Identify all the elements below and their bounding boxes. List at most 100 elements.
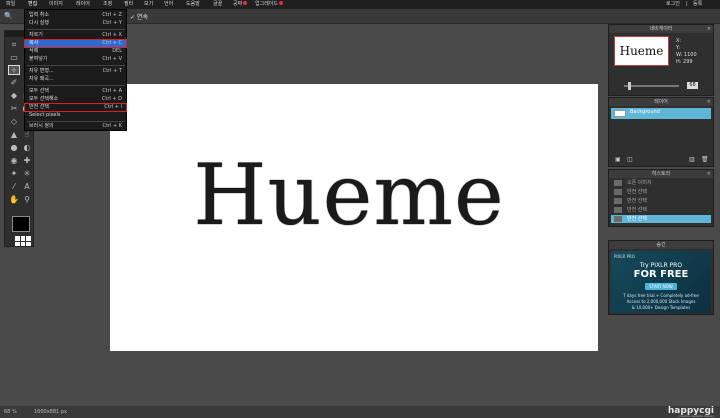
menu-language[interactable]: 언어	[164, 1, 173, 8]
menu-item-deselect-all[interactable]: 모두 선택해소 Ctrl + D	[25, 96, 126, 103]
marquee-icon[interactable]: ▭	[8, 53, 20, 63]
menu-item-undo[interactable]: 입력 취소 Ctrl + Z	[25, 12, 126, 19]
hand-icon[interactable]: ✋	[8, 195, 20, 205]
layer-thumbnail	[614, 110, 626, 117]
ad-headline-large: FOR FREE	[633, 269, 689, 280]
menu-upgrade[interactable]: 업그레이드	[255, 1, 284, 8]
menu-item-label: Select pixels	[29, 112, 61, 118]
zoom-slider-track[interactable]	[624, 85, 679, 87]
zoom-slider[interactable]: 68	[614, 82, 710, 90]
menu-upgrade-label: 업그레이드	[255, 1, 279, 7]
smudge-icon[interactable]: ☝	[21, 130, 33, 140]
navigator-header: 네비게이터 ×	[609, 25, 713, 33]
continuous-checkbox[interactable]: ✓ 연속	[130, 12, 148, 21]
type-icon[interactable]: A	[21, 182, 33, 192]
delete-layer-icon[interactable]: 🗑	[701, 156, 709, 163]
menu-item-label: 브러시 정의	[29, 123, 54, 129]
image-height-readout: H: 299	[676, 59, 693, 65]
ad-start-button[interactable]: START NOW	[645, 283, 677, 290]
register-link[interactable]: 등록	[693, 1, 702, 8]
history-item-label: 반전 선택	[627, 216, 647, 222]
menu-item-paste[interactable]: 붙여넣기 Ctrl + V	[25, 56, 126, 63]
menu-edit[interactable]: 편집	[28, 1, 37, 8]
spot-heal-icon[interactable]: ✚	[21, 156, 33, 166]
view-grid-icon[interactable]	[15, 236, 31, 246]
zoom-slider-handle[interactable]	[628, 82, 631, 90]
dodge-icon[interactable]: ◐	[21, 143, 33, 153]
close-icon[interactable]: ×	[707, 170, 711, 178]
bucket-icon[interactable]: ◆	[8, 91, 20, 101]
layer-settings-icon[interactable]: ▣	[615, 156, 621, 163]
menu-item-invert-selection[interactable]: 반전 선택 Ctrl + I	[24, 103, 127, 112]
menu-font[interactable]: 글꼴	[213, 1, 222, 8]
menu-item-delete[interactable]: 삭제 DEL	[25, 48, 126, 55]
status-zoom[interactable]: 68 %	[4, 409, 17, 415]
menu-free[interactable]: 공짜	[233, 1, 248, 8]
navigator-thumbnail[interactable]: Hueme	[614, 36, 669, 66]
menu-item-define-brush[interactable]: 브러시 정의 Ctrl + K	[25, 123, 126, 130]
ad-detail-3: & 10,000+ Design Templates	[631, 305, 691, 310]
layer-mask-icon[interactable]: ◫	[627, 156, 633, 163]
image-width-readout: W: 1100	[676, 52, 697, 58]
menu-help[interactable]: 도움말	[186, 1, 200, 8]
brush-icon[interactable]: ✐	[8, 78, 20, 88]
sharpen-icon[interactable]: ▲	[8, 130, 20, 140]
edit-menu-dropdown: 입력 취소 Ctrl + Z 다시 실행 Ctrl + Y 자르기 Ctrl + X …	[24, 9, 127, 131]
close-icon[interactable]: ×	[707, 98, 711, 106]
clone-icon[interactable]: ✂	[8, 104, 20, 114]
ad-detail-2: Access to 2,000,000 Stock Images	[626, 299, 696, 304]
status-zoom-value: 68	[4, 409, 11, 415]
history-item-current[interactable]: 반전 선택	[611, 215, 711, 223]
menu-view[interactable]: 보기	[144, 1, 153, 8]
new-layer-icon[interactable]: ▥	[689, 156, 695, 163]
menu-item-select-all[interactable]: 모두 선택 Ctrl + A	[25, 88, 126, 95]
menu-item-cut[interactable]: 자르기 Ctrl + X	[25, 32, 126, 39]
close-icon[interactable]: ×	[707, 25, 711, 33]
menu-free-label: 공짜	[233, 1, 243, 7]
menu-adjust[interactable]: 조정	[103, 1, 112, 8]
menu-item-redo[interactable]: 다시 실행 Ctrl + Y	[25, 20, 126, 27]
layer-row-background[interactable]: Background	[611, 108, 711, 119]
menu-item-shortcut: Ctrl + Y	[102, 20, 122, 26]
sponge-icon[interactable]: ●	[8, 143, 20, 153]
history-title: 히스토리	[651, 171, 671, 177]
menu-item-free-distort[interactable]: 자유 왜곡...	[25, 76, 126, 83]
menu-item-label: 자유 왜곡...	[29, 76, 54, 82]
menu-layer[interactable]: 레이어	[76, 1, 90, 8]
navigator-info: X: Y: W: 1100 H: 299	[676, 38, 697, 66]
history-item[interactable]: 오픈 이미지	[611, 179, 711, 187]
login-link[interactable]: 로그인	[666, 1, 680, 8]
menu-filter[interactable]: 필터	[124, 1, 133, 8]
magic-wand-icon[interactable]: ✧	[8, 65, 20, 75]
pinch-icon[interactable]: ✳	[21, 169, 33, 179]
menu-item-free-transform[interactable]: 자유 변형... Ctrl + T	[25, 68, 126, 75]
promo-header: 숨긴	[609, 241, 713, 249]
pixlr-pro-ad[interactable]: PIXLR PRO Try PIXLR PRO FOR FREE START N…	[611, 251, 711, 313]
menu-item-shortcut: Ctrl + V	[102, 56, 122, 62]
history-item[interactable]: 반전 선택	[611, 197, 711, 205]
menu-item-select-pixels[interactable]: Select pixels	[25, 112, 126, 119]
history-item[interactable]: 반전 선택	[611, 188, 711, 196]
bloat-icon[interactable]: ✦	[8, 169, 20, 179]
menu-item-label: 복사	[29, 40, 39, 46]
menu-item-label: 모두 선택	[29, 88, 49, 94]
menu-item-label: 반전 선택	[29, 104, 49, 110]
menu-item-shortcut: Ctrl + X	[102, 32, 122, 38]
foreground-color-swatch[interactable]	[12, 216, 30, 232]
drawing-icon[interactable]: ◇	[8, 117, 20, 127]
zoom-value-input[interactable]: 68	[687, 82, 698, 89]
ad-headline: Try PIXLR PRO	[639, 262, 683, 269]
menu-item-copy[interactable]: 복사 Ctrl + C	[24, 39, 127, 48]
redeye-icon[interactable]: ◉	[8, 156, 20, 166]
crop-icon[interactable]: ⌗	[8, 40, 20, 50]
image-canvas[interactable]: Hueme	[110, 84, 598, 351]
color-picker-icon[interactable]: ⁄	[8, 182, 20, 192]
search-icon[interactable]: 🔍	[4, 12, 13, 20]
zoom-icon[interactable]: ⚲	[21, 195, 33, 205]
history-item-label: 반전 선택	[627, 189, 647, 195]
menu-image[interactable]: 이미지	[49, 1, 63, 8]
menu-item-label: 붙여넣기	[29, 56, 48, 62]
history-header: 히스토리 ×	[609, 170, 713, 178]
menu-file[interactable]: 파일	[6, 1, 15, 8]
history-item[interactable]: 반전 선택	[611, 206, 711, 214]
